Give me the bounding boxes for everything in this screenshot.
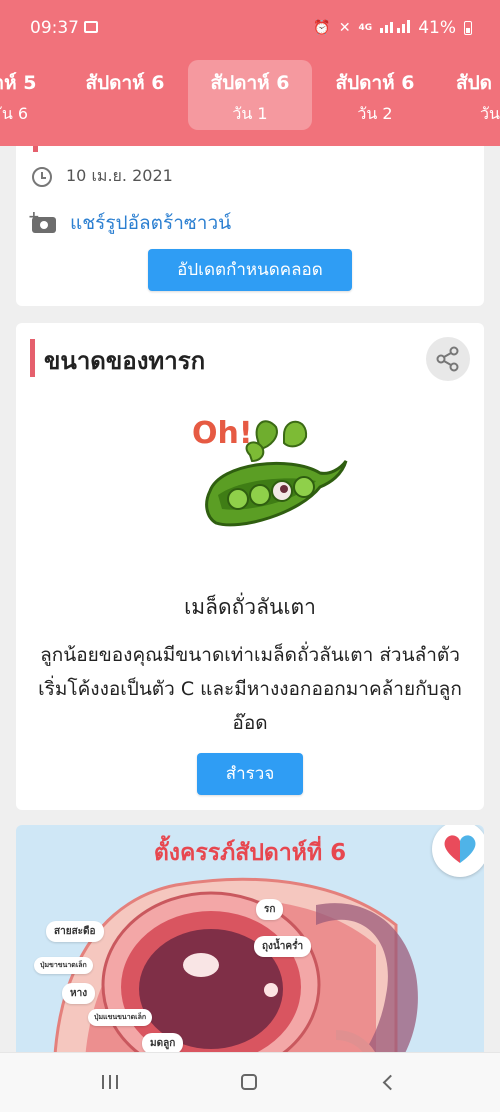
tab-label: สัปดาห์ 6 [335,72,415,94]
status-bar: 09:37 ⏰ ✕ 4G 41% [0,0,500,58]
tab-sublabel: วัน 2 [357,104,393,123]
size-description: ลูกน้อยของคุณมีขนาดเท่าเมล็ดถั่วลันเตา ส… [38,644,462,734]
label-uterus: มดลูก [142,1033,184,1054]
due-date: 10 เม.ย. 2021 [66,166,173,185]
add-photo-icon: + [28,209,56,233]
battery-percent: 41% [418,18,456,38]
label-amniotic-sac: ถุงน้ำคร่ำ [254,936,312,957]
status-icons: ⏰ ✕ 4G 41% [313,18,472,38]
label-small-arm-bud: ปุ่มแขนขนาดเล็ก [88,1009,153,1026]
tab-week-6[interactable]: สัปดาห์ 6 [68,60,182,130]
mute-icon: ✕ [338,20,351,36]
tab-week-6-day-2[interactable]: สัปดาห์ 6 วัน 2 [318,60,432,130]
image-notification-icon [84,21,98,33]
due-date-row: 10 เม.ย. 2021 [32,164,173,189]
baby-size-card: ขนาดของทารก Oh! เมล็ดถั่วลันเตา ลูกน้อยข… [16,323,484,810]
oh-text: Oh! [192,416,253,451]
section-title: ขนาดของทารก [44,347,206,375]
label-small-leg-bud: ปุ่มขาขนาดเล็ก [34,957,93,974]
signal-icon [380,19,411,37]
section-marker [33,146,38,152]
system-nav-bar [0,1052,500,1112]
network-type: 4G [358,23,373,33]
tab-label: สัปด [456,72,492,94]
share-button[interactable] [426,337,470,381]
tab-sublabel: วัน [480,104,500,123]
tab-label: สัปดาห์ 6 [85,72,165,94]
update-due-date-button[interactable]: อัปเดตกำหนดคลอด [148,249,352,291]
recent-apps-button[interactable] [90,1067,130,1099]
explore-button[interactable]: สำรวจ [197,753,303,795]
tab-label: าห์ 5 [0,72,37,94]
tab-week-6-day-1[interactable]: สัปดาห์ 6 วัน 1 [188,60,312,130]
section-marker [30,339,35,377]
label-umbilical-cord: สายสะดือ [46,921,104,942]
due-date-card: 10 เม.ย. 2021 + แชร์รูปอัลตร้าซาวน์ อัปเ… [16,146,484,306]
tab-label: สัปดาห์ 6 [210,72,290,94]
size-comparison-name: เมล็ดถั่วลันเตา [184,595,316,619]
share-ultrasound-link[interactable]: + แชร์รูปอัลตร้าซาวน์ [28,208,232,238]
clock-icon [32,166,52,187]
label-placenta: รก [256,899,284,920]
alarm-icon: ⏰ [313,20,331,36]
status-time: 09:37 [30,18,79,38]
share-icon [436,346,459,372]
battery-icon [464,21,472,35]
tab-sublabel: วัน 1 [232,104,268,123]
tab-sublabel: ัน 6 [1,104,29,123]
tab-week-5-day-6[interactable]: าห์ 5 ัน 6 [0,60,60,130]
share-ultrasound-label: แชร์รูปอัลตร้าซาวน์ [70,212,232,234]
label-tail: หาง [62,983,96,1004]
tab-week-6-day-3[interactable]: สัปด วัน [448,60,500,130]
back-button[interactable] [370,1067,410,1099]
home-button[interactable] [230,1067,270,1099]
week-tabs: าห์ 5 ัน 6 สัปดาห์ 6 สัปดาห์ 6 วัน 1 สัป… [0,58,500,146]
pea-pod-illustration: Oh! [180,403,350,543]
